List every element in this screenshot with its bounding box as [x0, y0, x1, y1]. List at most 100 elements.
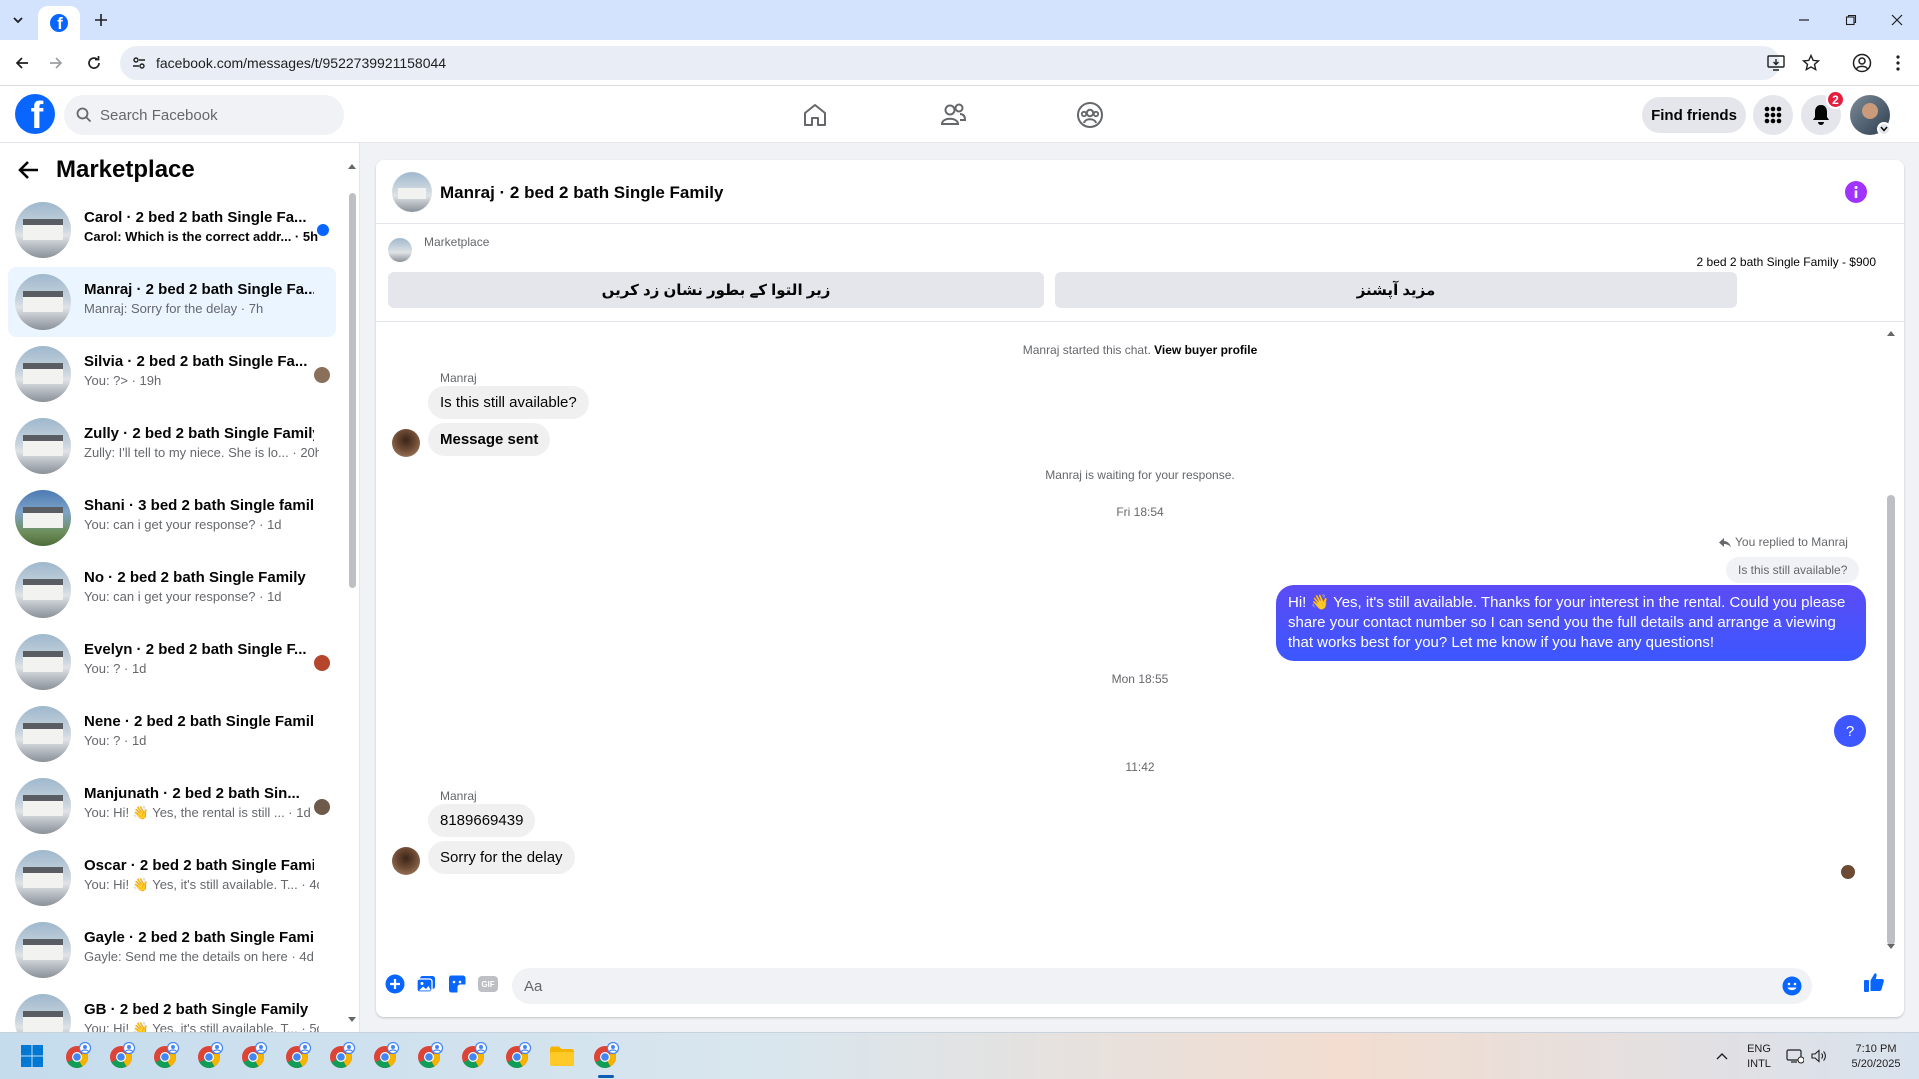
- url-text[interactable]: facebook.com/messages/t/9522739921158044: [156, 55, 446, 71]
- conversation-item[interactable]: Silvia · 2 bed 2 bath Single Fa... You: ?…: [8, 339, 336, 409]
- clock[interactable]: 7:10 PM 5/20/2025: [1838, 1042, 1914, 1072]
- tab-search-chevron-icon[interactable]: [6, 9, 30, 31]
- find-friends-button[interactable]: Find friends: [1642, 97, 1746, 133]
- conversation-item[interactable]: No · 2 bed 2 bath Single Family You: can …: [8, 555, 336, 625]
- listing-thumbnail: [15, 994, 71, 1032]
- conversation-item[interactable]: Carol · 2 bed 2 bath Single Fa... Carol: …: [8, 195, 336, 265]
- mark-pending-button[interactable]: زیر التوا کے بطور نشان زد کریں: [388, 272, 1044, 308]
- conversation-item[interactable]: Shani · 3 bed 2 bath Single family You: c…: [8, 483, 336, 553]
- sender-name: Manraj: [440, 371, 477, 385]
- chat-title[interactable]: Manraj · 2 bed 2 bath Single Family: [440, 183, 723, 203]
- chrome-profile-icon[interactable]: [106, 1040, 138, 1072]
- gif-icon[interactable]: GIF: [477, 973, 499, 995]
- conversation-preview: Carol: Which is the correct addr... · 5h: [84, 229, 319, 244]
- conversation-item[interactable]: Manraj · 2 bed 2 bath Single Fa... Manraj…: [8, 267, 336, 337]
- bookmark-star-icon[interactable]: [1802, 54, 1820, 72]
- search-input[interactable]: Search Facebook: [64, 95, 344, 135]
- conversation-item[interactable]: Zully · 2 bed 2 bath Single Family Zully:…: [8, 411, 336, 481]
- chat-scrollbar[interactable]: [1886, 330, 1896, 950]
- quoted-message[interactable]: Is this still available?: [1726, 557, 1860, 583]
- chrome-profile-icon[interactable]: [414, 1040, 446, 1072]
- back-arrow-icon[interactable]: [10, 51, 34, 75]
- new-tab-plus-icon[interactable]: [90, 9, 112, 31]
- chrome-profile-icon[interactable]: [150, 1040, 182, 1072]
- browser-menu-icon[interactable]: [1886, 51, 1910, 75]
- close-window-icon[interactable]: [1882, 8, 1912, 32]
- menu-grid-icon[interactable]: [1753, 95, 1793, 135]
- conversation-preview: You: can i get your response? · 1d: [84, 517, 282, 532]
- incoming-message[interactable]: Message sent: [428, 423, 551, 456]
- install-app-icon[interactable]: [1767, 54, 1785, 72]
- facebook-logo[interactable]: f: [15, 94, 55, 134]
- language-indicator[interactable]: ENG INTL: [1741, 1042, 1777, 1072]
- conversation-item[interactable]: Evelyn · 2 bed 2 bath Single F... You: ? …: [8, 627, 336, 697]
- account-chevron-icon[interactable]: [1877, 122, 1891, 136]
- restore-icon[interactable]: [1836, 8, 1866, 32]
- seen-avatar: [314, 655, 330, 671]
- search-icon: [76, 107, 92, 123]
- plus-circle-icon[interactable]: [384, 973, 406, 995]
- chevron-up-icon[interactable]: [1706, 1040, 1738, 1072]
- chrome-profile-icon[interactable]: [370, 1040, 402, 1072]
- chrome-profile-icon[interactable]: [282, 1040, 314, 1072]
- listing-thumbnail: [15, 346, 71, 402]
- conversation-item[interactable]: Oscar · 2 bed 2 bath Single Family You: H…: [8, 843, 336, 913]
- home-icon[interactable]: [800, 100, 830, 130]
- windows-start-icon[interactable]: [16, 1040, 48, 1072]
- more-options-button[interactable]: مزید آپشنز: [1055, 272, 1737, 308]
- listing-thumbnail: [15, 490, 71, 546]
- seen-avatar: [314, 799, 330, 815]
- volume-icon[interactable]: [1806, 1040, 1832, 1072]
- listing-thumbnail: [15, 922, 71, 978]
- chrome-profile-icon[interactable]: [458, 1040, 490, 1072]
- chrome-profile-icon[interactable]: [502, 1040, 534, 1072]
- friends-icon[interactable]: [938, 100, 968, 130]
- conversation-item[interactable]: Gayle · 2 bed 2 bath Single Family Gayle:…: [8, 915, 336, 985]
- listing-thumbnail: [15, 418, 71, 474]
- photo-icon[interactable]: [415, 973, 437, 995]
- seen-avatar: [314, 367, 330, 383]
- chrome-profile-icon[interactable]: [238, 1040, 270, 1072]
- profile-icon[interactable]: [1850, 51, 1874, 75]
- conversation-item[interactable]: Manjunath · 2 bed 2 bath Sin... You: Hi! …: [8, 771, 336, 841]
- conversation-name: GB · 2 bed 2 bath Single Family: [84, 1001, 309, 1018]
- chrome-profile-icon[interactable]: [194, 1040, 226, 1072]
- incoming-message[interactable]: Sorry for the delay: [428, 841, 575, 874]
- conversation-item[interactable]: GB · 2 bed 2 bath Single Family You: Hi! …: [8, 987, 336, 1032]
- facebook-icon: f: [50, 14, 68, 32]
- view-buyer-profile-link[interactable]: View buyer profile: [1154, 343, 1257, 357]
- info-icon[interactable]: [1845, 181, 1867, 203]
- conversation-name: Manjunath · 2 bed 2 bath Sin...: [84, 785, 300, 802]
- browser-tab-facebook[interactable]: f: [38, 6, 80, 40]
- listing-thumbnail[interactable]: [392, 172, 432, 212]
- sender-name: Manraj: [440, 789, 477, 803]
- message-input[interactable]: Aa: [512, 968, 1812, 1004]
- sidebar-title: Marketplace: [56, 156, 195, 183]
- network-icon[interactable]: [1782, 1040, 1808, 1072]
- outgoing-message[interactable]: Hi! 👋 Yes, it's still available. Thanks …: [1276, 585, 1866, 661]
- incoming-message[interactable]: Is this still available?: [428, 386, 589, 419]
- conversation-name: No · 2 bed 2 bath Single Family: [84, 569, 306, 586]
- sender-avatar[interactable]: [392, 847, 420, 875]
- conversation-preview: Zully: I'll tell to my niece. She is lo.…: [84, 445, 319, 460]
- chrome-profile-icon[interactable]: [326, 1040, 358, 1072]
- chrome-profile-icon[interactable]: [590, 1040, 622, 1072]
- conversation-item[interactable]: Nene · 2 bed 2 bath Single Family You: ? …: [8, 699, 336, 769]
- groups-icon[interactable]: [1075, 100, 1105, 130]
- file-explorer-icon[interactable]: [546, 1040, 578, 1072]
- outgoing-message[interactable]: ?: [1834, 715, 1866, 747]
- emoji-icon[interactable]: [1782, 976, 1802, 996]
- reload-icon[interactable]: [82, 51, 106, 75]
- thumbs-up-icon[interactable]: [1862, 970, 1886, 994]
- forward-arrow-icon[interactable]: [44, 51, 68, 75]
- minimize-icon[interactable]: [1789, 8, 1819, 32]
- address-bar[interactable]: facebook.com/messages/t/9522739921158044: [120, 46, 1820, 80]
- sidebar-scrollbar[interactable]: [348, 163, 356, 1023]
- incoming-message[interactable]: 8189669439: [428, 804, 536, 837]
- sticker-icon[interactable]: [446, 973, 468, 995]
- message-composer: GIF Aa: [376, 955, 1904, 1017]
- sender-avatar[interactable]: [392, 429, 420, 457]
- chrome-profile-icon[interactable]: [62, 1040, 94, 1072]
- site-info-icon[interactable]: [130, 54, 148, 72]
- back-arrow-icon[interactable]: [18, 160, 40, 180]
